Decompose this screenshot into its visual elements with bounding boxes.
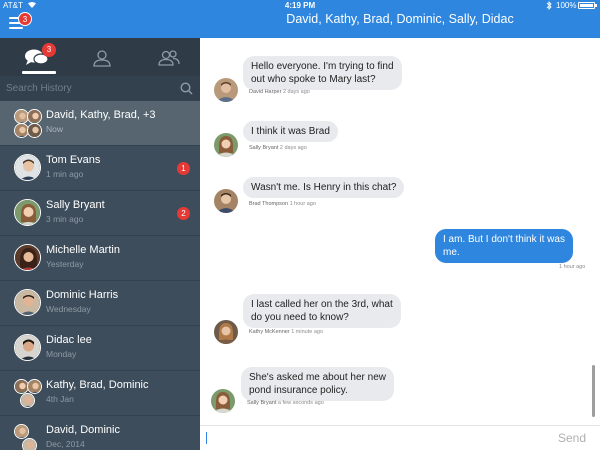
avatar — [22, 438, 37, 450]
search-input[interactable] — [6, 80, 172, 97]
tab-contacts[interactable] — [68, 38, 134, 76]
sidebar: 3 David, Kathy, Brad, + — [0, 38, 200, 450]
composer: Send — [200, 425, 600, 450]
message-meta: David Harper 2 days ago — [249, 89, 310, 95]
avatar — [214, 320, 238, 344]
conversation-name: David, Kathy, Brad, +3 — [46, 109, 156, 121]
message-bubble: She's asked me about her new pond insura… — [241, 367, 394, 401]
conversation-name: David, Dominic — [46, 424, 120, 436]
top-bar: AT&T 4:19 PM 100% 3 David, Kathy, Brad, … — [0, 0, 600, 38]
conversation-name: Michelle Martin — [46, 244, 120, 256]
conversation-time: Monday — [46, 349, 77, 359]
conversation-time: Yesterday — [46, 259, 84, 269]
conversation-time: 1 min ago — [46, 169, 84, 179]
message-bubble: I think it was Brad — [243, 121, 338, 142]
bluetooth-icon — [546, 0, 552, 12]
conversation-item[interactable]: Tom Evans 1 min ago 1 — [0, 146, 200, 191]
message-meta: Sally Bryant a few seconds ago — [247, 400, 324, 406]
unread-badge: 2 — [177, 207, 190, 220]
conversation-item[interactable]: Dominic Harris Wednesday — [0, 281, 200, 326]
avatar — [27, 123, 42, 138]
message-bubble-outgoing: I am. But I don't think it was me. — [435, 229, 573, 263]
tab-chats[interactable]: 3 — [0, 38, 66, 76]
message-thread: Hello everyone. I'm trying to find out w… — [200, 38, 600, 425]
conversation-name: Sally Bryant — [46, 199, 105, 211]
avatar — [14, 154, 41, 181]
clock: 4:19 PM — [284, 1, 316, 10]
conversation-name: Kathy, Brad, Dominic — [46, 379, 149, 391]
battery-percent: 100% — [556, 1, 577, 10]
conversation-time: 4th Jan — [46, 394, 74, 404]
person-icon — [93, 50, 111, 67]
avatar — [14, 244, 41, 271]
avatar — [214, 133, 238, 157]
status-bar: AT&T 4:19 PM 100% — [0, 0, 600, 12]
battery-icon — [578, 2, 597, 9]
conversation-item[interactable]: David, Kathy, Brad, +3 Now — [0, 101, 200, 146]
send-button[interactable]: Send — [558, 431, 586, 445]
menu-badge: 3 — [18, 12, 32, 26]
tab-groups[interactable] — [134, 38, 200, 76]
avatar — [27, 379, 42, 394]
message-meta: Sally Bryant 2 days ago — [249, 145, 307, 151]
avatar — [214, 78, 238, 102]
conversation-item[interactable]: Kathy, Brad, Dominic 4th Jan — [0, 371, 200, 416]
avatar — [20, 393, 35, 408]
message-bubble: I last called her on the 3rd, what do yo… — [243, 294, 401, 328]
conversation-time: Wednesday — [46, 304, 91, 314]
conversation-time: Now — [46, 124, 64, 134]
avatar — [214, 189, 238, 213]
conversation-item[interactable]: Michelle Martin Yesterday — [0, 236, 200, 281]
avatar — [14, 199, 41, 226]
message-input[interactable] — [206, 430, 546, 447]
conversation-item[interactable]: Didac lee Monday — [0, 326, 200, 371]
unread-badge: 1 — [177, 162, 190, 175]
message-meta: Kathy McKenner 1 minute ago — [249, 329, 324, 335]
avatar — [14, 334, 41, 361]
conversation-name: Dominic Harris — [46, 289, 119, 301]
avatar — [14, 424, 29, 439]
people-icon — [158, 50, 180, 66]
avatar — [27, 109, 42, 124]
active-tab-indicator — [22, 71, 56, 74]
search-bar — [0, 76, 200, 101]
conversation-item[interactable]: David, Dominic Dec, 2014 — [0, 416, 200, 450]
search-icon[interactable] — [180, 82, 193, 100]
message-meta: Brad Thompson 1 hour ago — [249, 201, 316, 207]
conversation-time: Dec, 2014 — [46, 439, 85, 449]
conversation-name: Didac lee — [46, 334, 92, 346]
message-meta: 1 hour ago — [559, 264, 586, 270]
conversation-time: 3 min ago — [46, 214, 84, 224]
conversation-item[interactable]: Sally Bryant 3 min ago 2 — [0, 191, 200, 236]
message-bubble: Hello everyone. I'm trying to find out w… — [243, 56, 402, 90]
sidebar-tabs: 3 — [0, 38, 200, 76]
avatar — [211, 389, 235, 413]
chats-badge: 3 — [42, 43, 56, 57]
chat-title: David, Kathy, Brad, Dominic, Sally, Dida… — [286, 12, 514, 26]
text-caret — [206, 432, 207, 444]
message-bubble: Wasn't me. Is Henry in this chat? — [243, 177, 405, 198]
thread-scrollbar[interactable] — [592, 365, 595, 417]
conversation-name: Tom Evans — [46, 154, 101, 166]
avatar — [14, 289, 41, 316]
